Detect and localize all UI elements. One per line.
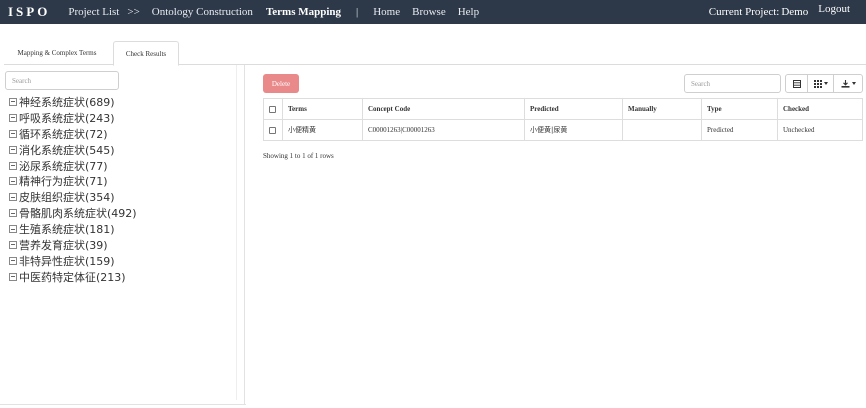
tree-item-label: 呼吸系统症状(243) bbox=[19, 111, 115, 125]
current-project-label: Current Project: bbox=[708, 6, 780, 18]
tree-item[interactable]: 皮肤组织症状(354) bbox=[9, 189, 137, 205]
minus-square-icon[interactable] bbox=[9, 272, 17, 281]
tree-item[interactable]: 消化系统症状(545) bbox=[9, 142, 137, 158]
header-concept-code[interactable]: Concept Code bbox=[362, 98, 525, 120]
minus-square-icon[interactable] bbox=[9, 225, 17, 234]
table-search-input[interactable] bbox=[684, 74, 781, 93]
delete-button[interactable]: Delete bbox=[263, 74, 299, 93]
header-checked[interactable]: Checked bbox=[777, 98, 863, 120]
list-icon bbox=[792, 79, 801, 88]
row-checkbox[interactable] bbox=[269, 126, 276, 134]
toggle-view-button[interactable] bbox=[785, 74, 808, 93]
tab-check-results[interactable]: Check Results bbox=[113, 41, 179, 66]
logout-link[interactable]: Logout bbox=[818, 3, 850, 15]
tree-item-label: 生殖系统症状(181) bbox=[19, 223, 115, 237]
tree-item[interactable]: 中医药特定体征(213) bbox=[9, 269, 137, 285]
minus-square-icon[interactable] bbox=[9, 161, 17, 170]
minus-square-icon[interactable] bbox=[9, 240, 17, 249]
table-header-row: Terms Concept Code Predicted Manually Ty… bbox=[263, 98, 863, 120]
tree-item[interactable]: 呼吸系统症状(243) bbox=[9, 110, 137, 126]
minus-square-icon[interactable] bbox=[9, 177, 17, 186]
pagination-info: Showing 1 to 1 of 1 rows bbox=[263, 152, 334, 160]
tree-item[interactable]: 循环系统症状(72) bbox=[9, 126, 137, 142]
tree-item[interactable]: 神经系统症状(689) bbox=[9, 94, 137, 110]
header-manually[interactable]: Manually bbox=[622, 98, 702, 120]
cell-predicted: 小便黄|尿黄 bbox=[524, 119, 623, 141]
tree-item-label: 营养发育症状(39) bbox=[19, 238, 108, 252]
header-type[interactable]: Type bbox=[701, 98, 778, 120]
header-select-all[interactable] bbox=[263, 98, 283, 120]
tab-bar: Mapping & Complex Terms Check Results bbox=[4, 41, 866, 66]
brand-logo[interactable]: ISPO bbox=[8, 4, 50, 20]
cell-type: Predicted bbox=[701, 119, 778, 141]
tree-item-label: 精神行为症状(71) bbox=[19, 175, 108, 189]
header-predicted[interactable]: Predicted bbox=[524, 98, 623, 120]
row-select-cell[interactable] bbox=[263, 119, 283, 141]
tree-item-label: 非特异性症状(159) bbox=[19, 254, 115, 268]
chevron-down-icon bbox=[851, 82, 856, 85]
minus-square-icon[interactable] bbox=[9, 145, 17, 154]
columns-button[interactable] bbox=[807, 74, 834, 93]
tree-item-label: 骨骼肌肉系统症状(492) bbox=[19, 207, 137, 221]
minus-square-icon[interactable] bbox=[9, 193, 17, 202]
tree-item[interactable]: 非特异性症状(159) bbox=[9, 253, 137, 269]
nav-project-list[interactable]: Project List bbox=[68, 6, 119, 18]
tree-item[interactable]: 生殖系统症状(181) bbox=[9, 221, 137, 237]
minus-square-icon[interactable] bbox=[9, 209, 17, 218]
tab-mapping-complex-terms[interactable]: Mapping & Complex Terms bbox=[4, 41, 110, 65]
tree-item-label: 中医药特定体征(213) bbox=[19, 270, 126, 284]
tree-item-label: 皮肤组织症状(354) bbox=[19, 191, 115, 205]
minus-square-icon[interactable] bbox=[9, 256, 17, 265]
header-terms[interactable]: Terms bbox=[282, 98, 363, 120]
minus-square-icon[interactable] bbox=[9, 129, 17, 138]
category-tree: 神经系统症状(689) 呼吸系统症状(243) 循环系统症状(72) 消化系统症… bbox=[9, 94, 137, 285]
tree-item-label: 消化系统症状(545) bbox=[19, 143, 115, 157]
nav-right-group: Current Project: Demo Logout bbox=[709, 0, 850, 24]
tree-item[interactable]: 骨骼肌肉系统症状(492) bbox=[9, 205, 137, 221]
panel-bottom-divider bbox=[0, 404, 246, 405]
category-search-input[interactable] bbox=[5, 71, 119, 90]
nav-browse[interactable]: Browse bbox=[412, 6, 446, 18]
export-icon bbox=[841, 79, 849, 88]
chevron-down-icon bbox=[823, 82, 828, 85]
tree-item-label: 泌尿系统症状(77) bbox=[19, 159, 108, 173]
tree-item-label: 循环系统症状(72) bbox=[19, 127, 108, 141]
cell-checked: Unchecked bbox=[777, 119, 863, 141]
tree-item[interactable]: 精神行为症状(71) bbox=[9, 173, 137, 189]
nav-home[interactable]: Home bbox=[373, 6, 400, 18]
nav-terms-mapping[interactable]: Terms Mapping bbox=[266, 6, 341, 18]
current-project-name[interactable]: Demo bbox=[781, 6, 808, 18]
cell-concept-code: C00001263|C00001263 bbox=[362, 119, 525, 141]
grid-columns-icon bbox=[813, 79, 822, 88]
tree-item-label: 神经系统症状(689) bbox=[19, 95, 115, 109]
top-navbar: ISPO Project List >> Ontology Constructi… bbox=[0, 0, 866, 24]
minus-square-icon[interactable] bbox=[9, 113, 17, 122]
tree-item[interactable]: 营养发育症状(39) bbox=[9, 237, 137, 253]
nav-breadcrumb-separator: >> bbox=[127, 6, 140, 18]
panel-scrollbar[interactable] bbox=[236, 65, 237, 400]
results-table: Terms Concept Code Predicted Manually Ty… bbox=[263, 98, 863, 141]
tree-item[interactable]: 泌尿系统症状(77) bbox=[9, 158, 137, 174]
export-button[interactable] bbox=[833, 74, 863, 93]
select-all-checkbox[interactable] bbox=[269, 105, 276, 113]
nav-divider: | bbox=[356, 6, 359, 18]
nav-help[interactable]: Help bbox=[458, 6, 479, 18]
category-panel: 神经系统症状(689) 呼吸系统症状(243) 循环系统症状(72) 消化系统症… bbox=[0, 65, 245, 405]
cell-manually[interactable] bbox=[622, 119, 702, 141]
table-row[interactable]: 小便精黄 C00001263|C00001263 小便黄|尿黄 Predicte… bbox=[263, 119, 863, 141]
minus-square-icon[interactable] bbox=[9, 97, 17, 106]
cell-terms: 小便精黄 bbox=[282, 119, 363, 141]
nav-ontology-construction[interactable]: Ontology Construction bbox=[152, 6, 253, 18]
